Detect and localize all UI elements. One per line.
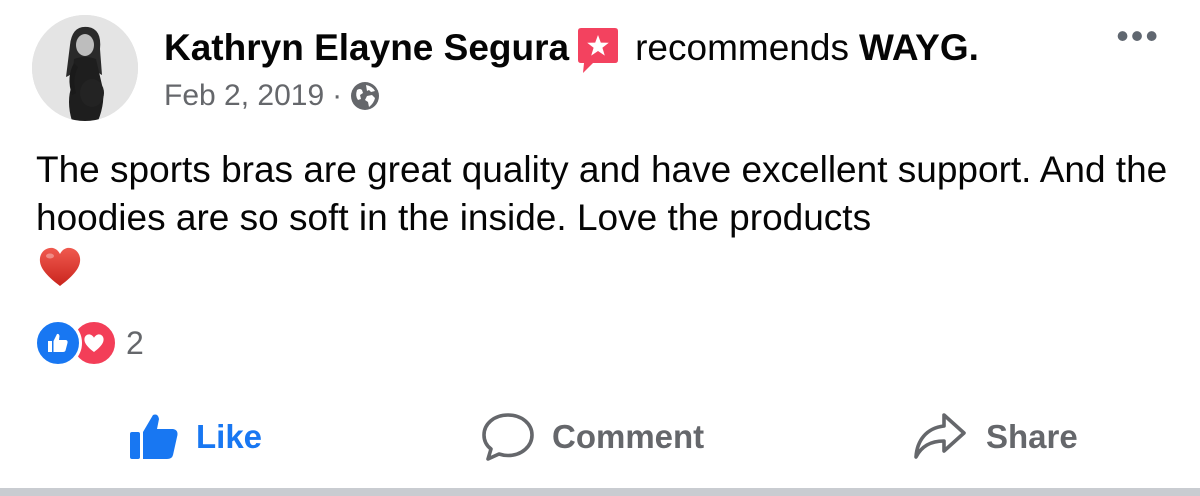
like-label: Like: [196, 418, 263, 455]
author-name[interactable]: Kathryn Elayne Segura: [164, 27, 569, 69]
reaction-summary[interactable]: 2: [34, 319, 144, 367]
post-bottom-divider: [0, 488, 1200, 496]
comment-label: Comment: [552, 418, 705, 455]
share-arrow-icon: [912, 411, 968, 463]
author-avatar[interactable]: [32, 15, 138, 121]
recommend-star-icon: [575, 27, 621, 75]
meta-separator: ·: [332, 79, 343, 112]
like-button[interactable]: Like: [128, 404, 262, 470]
page-name-link[interactable]: WAYG.: [859, 27, 979, 69]
action-bar: Like Comment Share: [0, 404, 1200, 470]
author-line: Kathryn Elayne Segura recommends WAYG.: [164, 24, 979, 75]
globe-icon: [350, 81, 380, 111]
post-date[interactable]: Feb 2, 2019: [164, 79, 324, 113]
review-post: Kathryn Elayne Segura recommends WAYG. •…: [0, 0, 1200, 496]
like-reaction-icon: [34, 319, 82, 367]
avatar-photo: [32, 15, 138, 121]
share-button[interactable]: Share: [912, 404, 1078, 470]
recommends-text: recommends: [635, 27, 849, 68]
share-label: Share: [986, 418, 1078, 455]
post-text: The sports bras are great quality and ha…: [36, 149, 1168, 238]
comment-bubble-icon: [480, 411, 536, 463]
thumbs-up-icon: [128, 411, 180, 463]
reaction-count: 2: [126, 324, 144, 361]
more-options-icon[interactable]: •••: [1116, 18, 1160, 56]
comment-button[interactable]: Comment: [480, 404, 704, 470]
red-heart-emoji-icon: [38, 245, 82, 289]
post-meta: Feb 2, 2019 ·: [164, 78, 380, 114]
